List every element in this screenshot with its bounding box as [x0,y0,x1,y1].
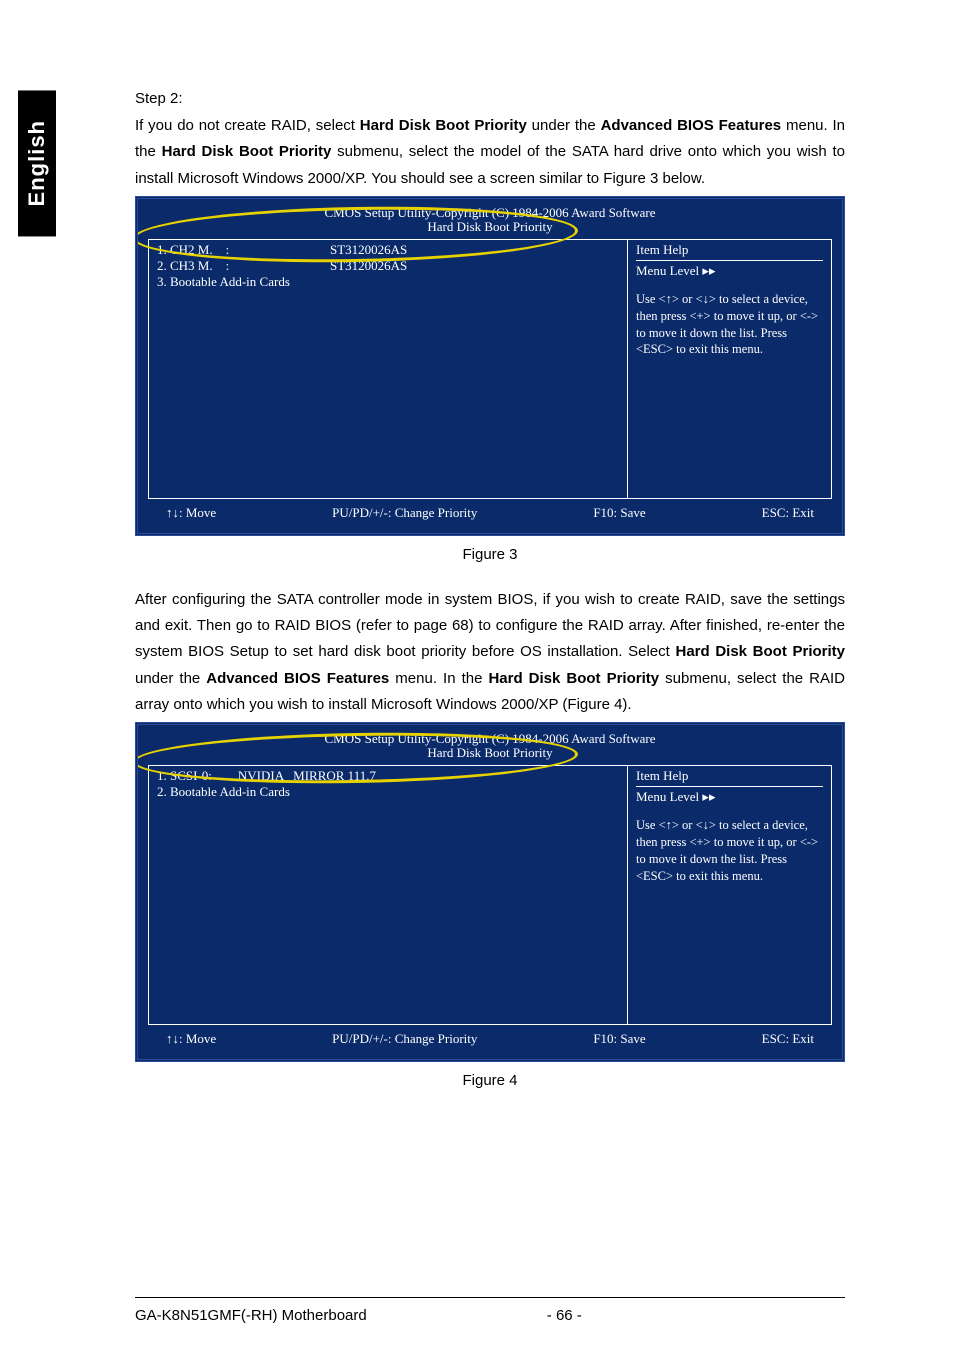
p2-c: under the [135,670,206,687]
bios-device-list: 1. CH2 M. : ST3120026AS 2. CH3 M. : ST31… [148,239,628,499]
p2-b: Hard Disk Boot Priority [675,643,845,660]
footer-left: GA-K8N51GMF(-RH) Motherboard [135,1307,547,1324]
bios-subtitle: Hard Disk Boot Priority [148,219,832,235]
language-tab: English [18,90,56,236]
footer-move: ↑↓: Move [166,505,216,521]
paragraph-1: If you do not create RAID, select Hard D… [135,113,845,192]
p2-d: Advanced BIOS Features [206,670,389,687]
footer-save: F10: Save [593,505,645,521]
footer-exit: ESC: Exit [762,505,814,521]
menu-level: Menu Level ▸▸ [636,789,823,805]
list-item: 2. Bootable Add-in Cards [157,784,619,800]
bios-body: 1. SCSI-0: NVIDIA MIRROR 111.7 2. Bootab… [148,765,832,1025]
bios-screenshot-1: CMOS Setup Utility-Copyright (C) 1984-20… [135,196,845,536]
bios-footer: ↑↓: Move PU/PD/+/-: Change Priority F10:… [148,1031,832,1047]
list-item: 3. Bootable Add-in Cards [157,274,619,290]
list-item: 2. CH3 M. : ST3120026AS [157,258,619,274]
footer-exit: ESC: Exit [762,1031,814,1047]
footer-change: PU/PD/+/-: Change Priority [332,1031,477,1047]
list-item: 1. SCSI-0: NVIDIA MIRROR 111.7 [157,768,619,784]
page-footer: GA-K8N51GMF(-RH) Motherboard - 66 - [135,1307,845,1324]
help-body: Use <↑> or <↓> to select a device, then … [636,817,823,885]
bios-screenshot-2: CMOS Setup Utility-Copyright (C) 1984-20… [135,722,845,1062]
p1-d: Advanced BIOS Features [601,117,782,134]
footer-page-number: - 66 - [547,1307,845,1324]
item-help-label: Item Help [636,242,823,261]
bios-subtitle: Hard Disk Boot Priority [148,745,832,761]
footer-change: PU/PD/+/-: Change Priority [332,505,477,521]
menu-level: Menu Level ▸▸ [636,263,823,279]
bios-help-panel: Item Help Menu Level ▸▸ Use <↑> or <↓> t… [628,765,832,1025]
p1-a: If you do not create RAID, select [135,117,360,134]
help-body: Use <↑> or <↓> to select a device, then … [636,291,823,359]
footer-save: F10: Save [593,1031,645,1047]
list-item: 1. CH2 M. : ST3120026AS [157,242,619,258]
footer-rule [135,1297,845,1298]
p1-f: Hard Disk Boot Priority [162,143,332,160]
paragraph-2: After configuring the SATA controller mo… [135,587,845,718]
figure-4-caption: Figure 4 [135,1072,845,1089]
footer-move: ↑↓: Move [166,1031,216,1047]
p2-f: Hard Disk Boot Priority [488,670,659,687]
p2-e: menu. In the [389,670,488,687]
bios-footer: ↑↓: Move PU/PD/+/-: Change Priority F10:… [148,505,832,521]
bios-device-list: 1. SCSI-0: NVIDIA MIRROR 111.7 2. Bootab… [148,765,628,1025]
figure-3-caption: Figure 3 [135,546,845,563]
bios-body: 1. CH2 M. : ST3120026AS 2. CH3 M. : ST31… [148,239,832,499]
p1-c: under the [527,117,601,134]
step-label: Step 2: [135,90,845,107]
p1-b: Hard Disk Boot Priority [360,117,527,134]
item-help-label: Item Help [636,768,823,787]
bios-help-panel: Item Help Menu Level ▸▸ Use <↑> or <↓> t… [628,239,832,499]
page-content: Step 2: If you do not create RAID, selec… [135,90,845,1113]
